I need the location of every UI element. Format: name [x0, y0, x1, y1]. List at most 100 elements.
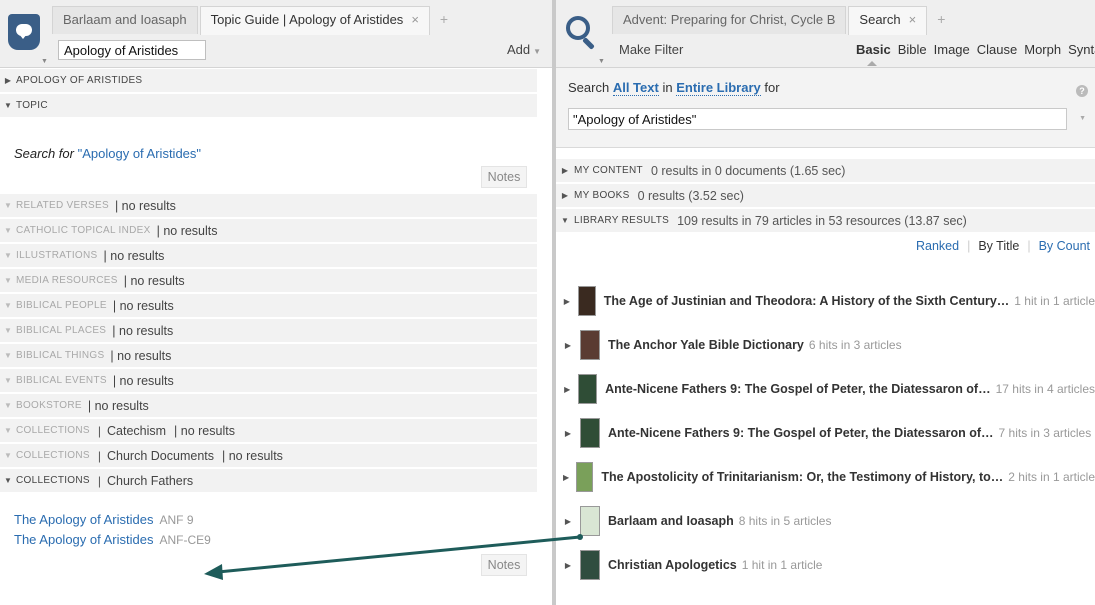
result-item[interactable]: ▶ The Apostolicity of Trinitarianism: Or,…: [556, 461, 1095, 493]
result-section[interactable]: ▶ MY CONTENT 0 results in 0 documents (1.6…: [556, 159, 1095, 183]
topic-section[interactable]: ▼ BIBLICAL PLACES | no results: [0, 319, 537, 343]
sort-option[interactable]: Ranked: [916, 239, 959, 253]
collapse-icon[interactable]: ▼: [0, 426, 16, 435]
result-item[interactable]: ▶ Ante-Nicene Fathers 9: The Gospel of Pe…: [556, 417, 1095, 449]
collapse-icon[interactable]: ▼: [0, 326, 16, 335]
result-item[interactable]: ▶ Barlaam and Ioasaph 8 hits in 5 articles: [556, 505, 1095, 537]
topic-section[interactable]: ▼ MEDIA RESOURCES | no results: [0, 269, 537, 293]
make-filter-button[interactable]: Make Filter: [619, 42, 683, 57]
tab-label: Search: [859, 12, 901, 27]
sort-option[interactable]: By Title: [978, 239, 1019, 253]
expand-icon[interactable]: ▶: [556, 297, 578, 306]
section-title: TOPIC: [16, 100, 48, 111]
app-menu-icon[interactable]: [8, 14, 40, 52]
topic-section[interactable]: ▼ BOOKSTORE | no results: [0, 394, 537, 418]
topic-section[interactable]: ▼ RELATED VERSES | no results: [0, 194, 537, 218]
expand-icon[interactable]: ▶: [556, 191, 574, 200]
search-type-tab[interactable]: Basic: [856, 42, 891, 57]
section-result: | no results: [103, 248, 165, 263]
result-item[interactable]: ▶ The Age of Justinian and Theodora: A Hi…: [556, 285, 1095, 317]
expand-icon[interactable]: ▶: [556, 341, 580, 350]
help-icon[interactable]: ?: [1076, 85, 1088, 97]
search-type-tab[interactable]: Image: [934, 42, 970, 57]
section-collections-church-fathers[interactable]: ▼ COLLECTIONS | Church Fathers: [0, 469, 537, 493]
expand-icon[interactable]: ▶: [556, 429, 580, 438]
collapse-icon[interactable]: ▼: [0, 451, 16, 460]
result-title[interactable]: Ante-Nicene Fathers 9: The Gospel of Pet…: [608, 426, 994, 440]
topic-section[interactable]: ▼ BIBLICAL THINGS | no results: [0, 344, 537, 368]
expand-icon[interactable]: ▶: [556, 561, 580, 570]
topic-input[interactable]: [58, 40, 206, 60]
sort-option[interactable]: By Count: [1039, 239, 1090, 253]
result-item[interactable]: ▶ Christian Apologetics 1 hit in 1 article: [556, 549, 1095, 581]
topic-section[interactable]: ▼ CATHOLIC TOPICAL INDEX | no results: [0, 219, 537, 243]
collapse-icon[interactable]: ▼: [0, 476, 16, 485]
result-hits: 1 hit in 1 article: [741, 558, 823, 572]
collapse-icon[interactable]: ▼: [0, 351, 16, 360]
book-cover-icon: [578, 374, 598, 404]
tab[interactable]: Barlaam and Ioasaph: [52, 6, 198, 34]
query-history-caret-icon[interactable]: ▼: [1079, 115, 1086, 122]
collapse-icon[interactable]: ▼: [0, 101, 16, 110]
new-tab-icon[interactable]: +: [432, 6, 456, 34]
text-scope-selector[interactable]: All Text: [612, 80, 659, 96]
app-menu-caret-icon[interactable]: ▼: [41, 58, 48, 65]
search-type-tab[interactable]: Morph: [1024, 42, 1061, 57]
tab[interactable]: Advent: Preparing for Christ, Cycle B: [612, 6, 847, 34]
collapse-icon[interactable]: ▼: [0, 201, 16, 210]
result-title[interactable]: Barlaam and Ioasaph: [608, 514, 734, 528]
library-scope-selector[interactable]: Entire Library: [676, 80, 761, 96]
search-type-tab[interactable]: Syntax: [1068, 42, 1095, 57]
section-result: | no results: [114, 198, 176, 213]
topic-section[interactable]: ▼ COLLECTIONS | Church Documents | no result…: [0, 444, 537, 468]
add-button[interactable]: Add ▼: [507, 42, 541, 57]
topic-section[interactable]: ▼ ILLUSTRATIONS | no results: [0, 244, 537, 268]
book-cover-icon: [576, 462, 594, 492]
result-section[interactable]: ▶ MY BOOKS 0 results (3.52 sec): [556, 184, 1095, 208]
search-icon[interactable]: [566, 16, 602, 54]
result-title[interactable]: The Apostolicity of Trinitarianism: Or, …: [601, 470, 1003, 484]
tab-label: Topic Guide | Apology of Aristides: [210, 12, 404, 27]
collection-result-link[interactable]: The Apology of Aristides: [14, 532, 153, 547]
collapse-icon[interactable]: ▼: [0, 251, 16, 260]
result-item[interactable]: ▶ The Anchor Yale Bible Dictionary 6 hits …: [556, 329, 1095, 361]
result-section[interactable]: ▼ LIBRARY RESULTS 109 results in 79 articl…: [556, 209, 1095, 233]
new-tab-icon[interactable]: +: [929, 6, 953, 34]
close-icon[interactable]: ×: [411, 12, 419, 27]
collapse-icon[interactable]: ▼: [0, 376, 16, 385]
expand-icon[interactable]: ▶: [556, 517, 580, 526]
collapse-icon[interactable]: ▼: [0, 401, 16, 410]
result-title[interactable]: Ante-Nicene Fathers 9: The Gospel of Pet…: [605, 382, 991, 396]
search-for-link[interactable]: "Apology of Aristides": [78, 146, 201, 161]
tab[interactable]: Topic Guide | Apology of Aristides ×: [199, 6, 430, 35]
expand-icon[interactable]: ▶: [0, 76, 16, 85]
topic-section[interactable]: ▼ COLLECTIONS | Catechism | no results: [0, 419, 537, 443]
collection-result-link[interactable]: The Apology of Aristides: [14, 512, 153, 527]
expand-icon[interactable]: ▶: [556, 473, 576, 482]
tab[interactable]: Search ×: [848, 6, 928, 35]
left-tab-strip: Barlaam and Ioasaph Topic Guide | Apology…: [52, 6, 553, 35]
result-title[interactable]: The Age of Justinian and Theodora: A His…: [604, 294, 1010, 308]
topic-section[interactable]: ▼ BIBLICAL PEOPLE | no results: [0, 294, 537, 318]
collapse-icon[interactable]: ▼: [0, 276, 16, 285]
collapse-icon[interactable]: ▼: [0, 226, 16, 235]
collapse-icon[interactable]: ▼: [556, 216, 574, 225]
close-icon[interactable]: ×: [909, 12, 917, 27]
section-topic[interactable]: ▼ TOPIC: [0, 94, 537, 118]
topic-section[interactable]: ▼ BIBLICAL EVENTS | no results: [0, 369, 537, 393]
result-title[interactable]: The Anchor Yale Bible Dictionary: [608, 338, 804, 352]
collapse-icon[interactable]: ▼: [0, 301, 16, 310]
notes-button[interactable]: Notes: [481, 554, 527, 576]
search-type-tab[interactable]: Bible: [898, 42, 927, 57]
search-query-input[interactable]: [568, 108, 1067, 130]
result-title[interactable]: Christian Apologetics: [608, 558, 737, 572]
section-apology[interactable]: ▶ APOLOGY OF ARISTIDES: [0, 69, 537, 93]
expand-icon[interactable]: ▶: [556, 385, 578, 394]
section-result: | no results: [112, 323, 174, 338]
result-section-title: MY CONTENT: [574, 165, 643, 176]
search-type-tab[interactable]: Clause: [977, 42, 1017, 57]
notes-button[interactable]: Notes: [481, 166, 527, 188]
result-item[interactable]: ▶ Ante-Nicene Fathers 9: The Gospel of Pe…: [556, 373, 1095, 405]
search-menu-caret-icon[interactable]: ▼: [598, 58, 605, 65]
expand-icon[interactable]: ▶: [556, 166, 574, 175]
